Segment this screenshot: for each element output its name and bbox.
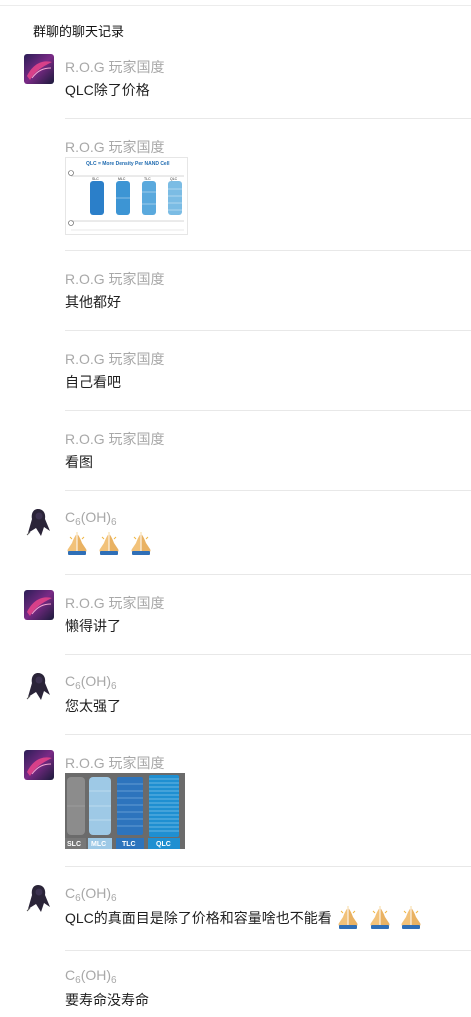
message-text: 要寿命没寿命 bbox=[65, 992, 149, 1008]
message-text: 看图 bbox=[65, 454, 93, 470]
sender-name: R.O.G 玩家国度 bbox=[65, 59, 165, 75]
message-text: 懒得讲了 bbox=[65, 618, 121, 634]
message-text: QLC的真面目是除了价格和容量啥也不能看 bbox=[65, 906, 427, 930]
avatar[interactable] bbox=[24, 506, 54, 536]
praying-hands-icon bbox=[65, 532, 89, 556]
nand-label: QLC bbox=[156, 841, 171, 848]
svg-text:QLC = More Density Per NAND Ce: QLC = More Density Per NAND Cell bbox=[86, 161, 170, 167]
sender-name: R.O.G 玩家国度 bbox=[65, 431, 165, 447]
nand-types-image[interactable]: SLC MLC TLC QLC bbox=[65, 773, 185, 849]
nand-label: SLC bbox=[67, 841, 81, 848]
praying-hands-icon bbox=[336, 906, 360, 930]
avatar[interactable] bbox=[24, 590, 54, 620]
praying-hands-icon bbox=[129, 532, 153, 556]
message-divider bbox=[65, 654, 471, 655]
avatar[interactable] bbox=[24, 670, 54, 700]
sender-name: R.O.G 玩家国度 bbox=[65, 755, 165, 771]
column-label: MLC bbox=[118, 177, 126, 181]
nand-label: MLC bbox=[91, 841, 106, 848]
message-divider bbox=[65, 866, 471, 867]
message-divider bbox=[65, 734, 471, 735]
message-divider bbox=[65, 574, 471, 575]
column-label: TLC bbox=[144, 177, 151, 181]
sender-name: C6(OH)6 bbox=[65, 885, 117, 904]
nand-label: TLC bbox=[122, 841, 136, 848]
sender-name: C6(OH)6 bbox=[65, 673, 117, 692]
sender-name: C6(OH)6 bbox=[65, 967, 117, 986]
sender-name: C6(OH)6 bbox=[65, 509, 117, 528]
avatar[interactable] bbox=[24, 54, 54, 84]
message-divider bbox=[65, 410, 471, 411]
message-divider bbox=[65, 950, 471, 951]
praying-hands-icon bbox=[97, 532, 121, 556]
praying-hands-icon bbox=[399, 906, 423, 930]
avatar[interactable] bbox=[24, 750, 54, 780]
message-divider bbox=[65, 250, 471, 251]
sender-name: R.O.G 玩家国度 bbox=[65, 271, 165, 287]
sender-name: R.O.G 玩家国度 bbox=[65, 351, 165, 367]
qlc-density-image[interactable]: QLC = More Density Per NAND Cell SLC MLC… bbox=[65, 157, 188, 235]
praying-hands-icon bbox=[368, 906, 392, 930]
avatar[interactable] bbox=[24, 882, 54, 912]
message-divider bbox=[65, 490, 471, 491]
column-label: SLC bbox=[92, 177, 99, 181]
message-text: 您太强了 bbox=[65, 698, 121, 714]
message-text: 其他都好 bbox=[65, 294, 121, 310]
message-text: 自己看吧 bbox=[65, 374, 121, 390]
sender-name: R.O.G 玩家国度 bbox=[65, 139, 165, 155]
message-divider bbox=[65, 330, 471, 331]
page-title: 群聊的聊天记录 bbox=[33, 24, 125, 39]
top-divider bbox=[0, 5, 471, 6]
emoji-row bbox=[65, 532, 157, 556]
message-text: QLC除了价格 bbox=[65, 82, 150, 98]
sender-name: R.O.G 玩家国度 bbox=[65, 595, 165, 611]
message-divider bbox=[65, 118, 471, 119]
column-label: QLC bbox=[170, 177, 178, 181]
